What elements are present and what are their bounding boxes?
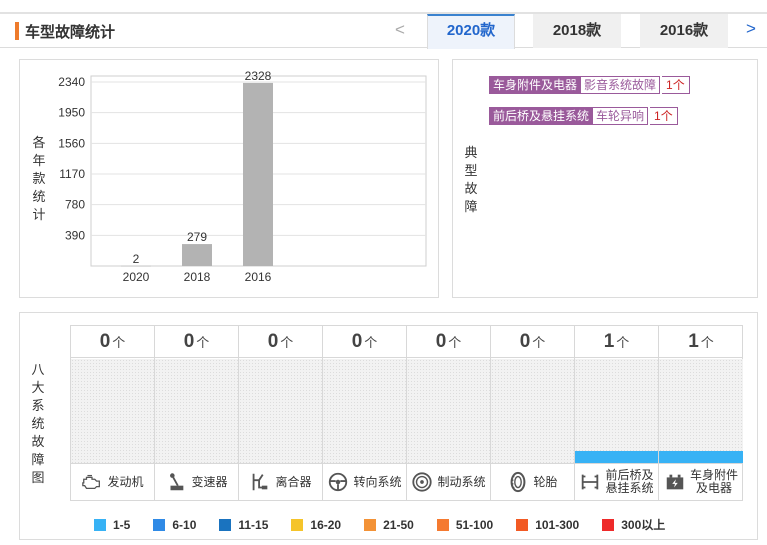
x-tick-label: 2016	[245, 270, 272, 284]
legend-item: 1-5	[94, 516, 130, 533]
system-column-suspension[interactable]: 1个 前后桥及 悬挂系统	[575, 326, 659, 500]
system-plot	[71, 359, 154, 463]
y-tick-label: 780	[65, 198, 85, 212]
eight-systems-panel: 八 大 系 统 故 障 图 0个 发动机 0个 变速器 0个 离合器 0 个 转…	[19, 312, 758, 540]
system-plot	[155, 359, 238, 463]
system-count: 0个	[407, 326, 490, 358]
system-label: 离合器	[239, 463, 322, 500]
title-accent	[15, 22, 19, 40]
legend-swatch	[516, 518, 529, 531]
legend-item: 6-10	[153, 516, 196, 533]
system-column-steering[interactable]: 0个 转向系统	[323, 326, 407, 500]
typical-faults-label: 典 型 故 障	[464, 145, 478, 214]
legend-item: 101-300	[516, 516, 579, 533]
year-stats-panel: 各 年 款 统 计 2340 1950 1560 1170 780 390 2 2020 279…	[19, 59, 439, 298]
system-count: 0个	[491, 326, 574, 358]
legend-swatch	[602, 518, 615, 531]
system-column-tire[interactable]: 0个 轮胎	[491, 326, 575, 500]
fault-category: 前后桥及悬挂系统	[489, 107, 594, 125]
system-label: 车身附件 及电器	[659, 463, 743, 500]
system-label: 前后桥及 悬挂系统	[575, 463, 658, 500]
bar-value-label: 2328	[245, 69, 272, 83]
bar-value-label: 2	[133, 252, 140, 266]
fault-item[interactable]: 车身附件及电器 影音系统故障 1个	[489, 76, 690, 94]
steering-wheel-icon	[329, 472, 348, 492]
prev-arrow-icon[interactable]: <	[395, 20, 405, 40]
legend-swatch	[291, 518, 304, 531]
y-tick-label: 1560	[58, 136, 85, 150]
legend-item: 16-20	[291, 516, 341, 533]
system-label: 制动系统	[407, 463, 490, 500]
typical-faults-panel: 典 型 故 障 车身附件及电器 影音系统故障 1个 前后桥及悬挂系统 车轮异响 …	[452, 59, 758, 298]
brake-disc-icon	[412, 472, 433, 492]
system-label: 转向系统	[323, 463, 406, 500]
system-plot	[575, 359, 658, 463]
engine-icon	[82, 474, 101, 490]
legend-item: 11-15	[219, 516, 268, 533]
fault-name: 影音系统故障	[581, 76, 661, 94]
legend-swatch	[94, 518, 106, 531]
legend-item: 51-100	[436, 516, 493, 533]
system-column-brake[interactable]: 0个 制动系统	[407, 326, 491, 500]
system-column-body-electrical[interactable]: 1个 车身附件 及电器	[659, 326, 743, 500]
systems-grid: 0个 发动机 0个 变速器 0个 离合器 0个 转向系统 0 个 制动系统 0 …	[70, 325, 743, 501]
tab-2018[interactable]: 2018款	[533, 14, 621, 48]
next-arrow-icon[interactable]: >	[746, 19, 756, 39]
suspension-icon	[582, 474, 599, 490]
fault-count: 1个	[650, 107, 678, 125]
system-plot	[239, 359, 322, 463]
bar	[182, 244, 212, 266]
battery-icon	[666, 474, 684, 490]
severity-legend: 1-5 6-10 11-15 16-20 21-50 51-100 101-30…	[94, 516, 688, 533]
system-count: 0个	[71, 326, 154, 358]
legend-item: 21-50	[364, 516, 414, 533]
tab-2020[interactable]: 2020款	[427, 14, 515, 49]
y-tick-label: 390	[65, 228, 85, 242]
fault-count: 1个	[662, 76, 690, 94]
year-bar-chart: 2340 1950 1560 1170 780 390 2 2020 279 2018 2328 20…	[58, 69, 427, 284]
page-title: 车型故障统计	[25, 24, 116, 41]
system-plot	[659, 359, 743, 463]
bar-value-label: 279	[187, 230, 207, 244]
system-column-clutch[interactable]: 0个 离合器	[239, 326, 323, 500]
x-tick-label: 2018	[184, 270, 211, 284]
system-column-transmission[interactable]: 0个 变速器	[155, 326, 239, 500]
y-tick-label: 1170	[59, 167, 85, 181]
gearshift-icon	[170, 473, 184, 491]
x-tick-label: 2020	[123, 270, 150, 284]
legend-swatch	[219, 518, 232, 531]
system-count: 0个	[239, 326, 322, 358]
system-label: 轮胎	[491, 463, 574, 500]
legend-swatch	[153, 518, 166, 531]
fault-item[interactable]: 前后桥及悬挂系统 车轮异响 1个	[489, 107, 678, 125]
legend-swatch	[436, 518, 449, 531]
tab-2016[interactable]: 2016款	[640, 14, 728, 48]
system-plot	[491, 359, 574, 463]
y-tick-label: 1950	[58, 106, 85, 120]
eight-systems-label: 八 大 系 统 故 障 图	[31, 362, 45, 485]
bar	[121, 265, 151, 267]
system-fill	[575, 450, 658, 463]
clutch-icon	[253, 473, 268, 491]
legend-item: 300以上	[602, 516, 665, 533]
system-count: 0个	[323, 326, 406, 358]
system-count: 1个	[575, 326, 658, 358]
fault-category: 车身附件及电器	[489, 76, 582, 94]
system-fill	[659, 450, 743, 463]
system-label: 变速器	[155, 463, 238, 500]
tire-icon	[511, 471, 526, 493]
system-count: 0个	[155, 326, 238, 358]
system-column-engine[interactable]: 0个 发动机	[71, 326, 155, 500]
system-plot	[407, 359, 490, 463]
bar	[243, 82, 273, 266]
y-tick-label: 2340	[58, 75, 85, 89]
system-label: 发动机	[71, 463, 154, 500]
header-bar: 车型故障统计 < 2020款 2018款 2016款 >	[0, 14, 767, 49]
system-count: 1个	[659, 326, 743, 358]
legend-swatch	[364, 518, 377, 531]
system-plot	[323, 359, 406, 463]
fault-name: 车轮异响	[593, 107, 649, 125]
